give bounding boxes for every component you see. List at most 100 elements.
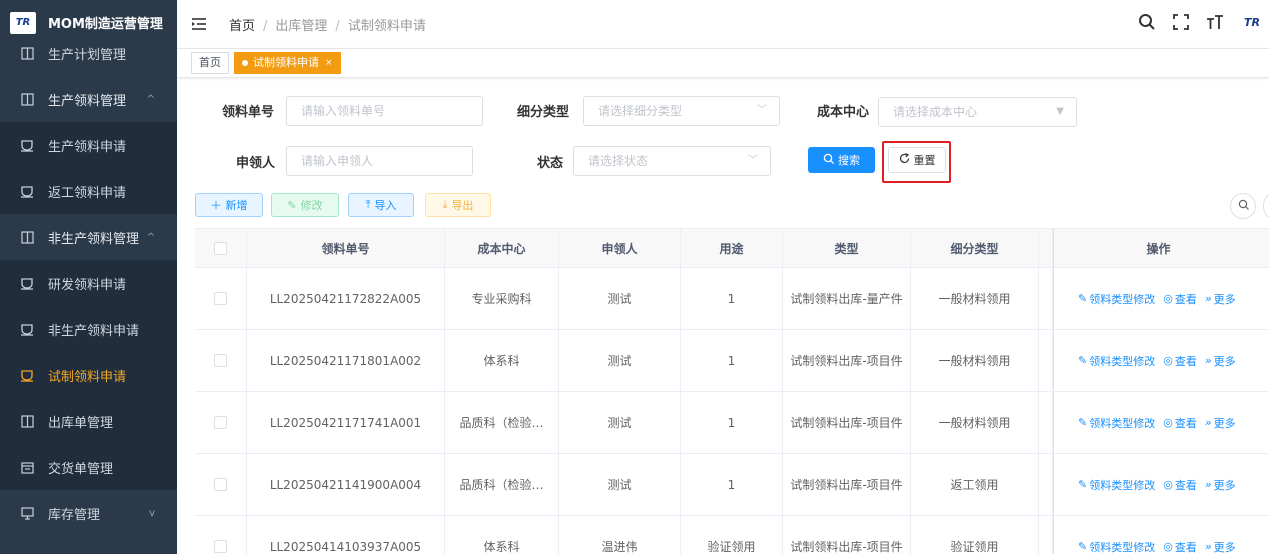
sidebar-item-production-picking[interactable]: 生产领料管理 ^ — [0, 76, 177, 122]
bookmark-icon — [20, 276, 34, 290]
download-icon: ⤓ — [442, 198, 448, 211]
data-table: 领料单号 成本中心 申领人 用途 类型 细分类型 操作 LL2025042117… — [195, 228, 1269, 554]
search-button[interactable]: 搜索 — [808, 147, 875, 173]
table-row: LL20250421141900A004 品质科（检验… 测试 1 试制领料出库… — [195, 454, 1269, 516]
hamburger-icon[interactable] — [191, 17, 207, 31]
import-button[interactable]: ⤒ 导入 — [348, 193, 414, 217]
monitor-icon — [20, 506, 34, 520]
row-checkbox[interactable] — [214, 540, 227, 553]
cost-center-placeholder: 请选择成本中心 — [893, 105, 978, 119]
cell-ops: ✎ 领料类型修改 ◎ 查看 » 更多 — [1053, 268, 1269, 329]
edit-icon: ✎ — [1078, 540, 1088, 553]
add-button[interactable]: ＋新增 — [195, 193, 263, 217]
tag-label: 试制领料申请 — [253, 56, 319, 69]
tag-trial-picking-apply[interactable]: 试制领料申请 × — [234, 52, 341, 74]
edit-icon: ✎ — [287, 198, 297, 212]
subtype-select[interactable]: 请选择细分类型 ﹀ — [583, 96, 780, 126]
status-select[interactable]: 请选择状态 ﹀ — [573, 146, 771, 176]
highlight-box — [882, 141, 951, 183]
plus-icon: ＋ — [210, 199, 222, 212]
cell-order-no: LL20250421172822A005 — [247, 268, 445, 329]
cell-type: 试制领料出库-项目件 — [783, 516, 911, 554]
sidebar-item-inventory[interactable]: 库存管理 v — [0, 490, 177, 536]
row-checkbox-cell — [195, 392, 247, 453]
cell-type: 试制领料出库-量产件 — [783, 268, 911, 329]
row-checkbox[interactable] — [214, 354, 227, 367]
sidebar-item-label: 交货单管理 — [48, 461, 114, 477]
more-label: 更多 — [1213, 354, 1236, 368]
more-link[interactable]: » 更多 — [1205, 353, 1236, 369]
add-button-label: 新增 — [225, 199, 248, 212]
applicant-label: 申领人 — [236, 156, 276, 171]
edit-type-link[interactable]: ✎ 领料类型修改 — [1078, 291, 1155, 307]
edit-type-label: 领料类型修改 — [1089, 416, 1156, 430]
row-checkbox[interactable] — [214, 478, 227, 491]
cost-center-select[interactable]: 请选择成本中心 ▼ — [878, 97, 1077, 127]
calendar-icon — [20, 460, 34, 474]
sidebar-item-nonproduction-picking-apply[interactable]: 非生产领料申请 — [0, 306, 177, 352]
app-title: MOM制造运营管理 — [48, 17, 163, 32]
sidebar-item-production-picking-apply[interactable]: 生产领料申请 — [0, 122, 177, 168]
view-link[interactable]: ◎ 查看 — [1163, 477, 1197, 493]
order-no-input[interactable]: 请输入领料单号 — [286, 96, 483, 126]
toggle-search-button[interactable] — [1230, 193, 1256, 219]
fullscreen-icon[interactable] — [1171, 12, 1191, 32]
font-size-icon[interactable] — [1205, 12, 1225, 32]
sidebar-item-rd-picking-apply[interactable]: 研发领料申请 — [0, 260, 177, 306]
cell-subtype: 一般材料领用 — [911, 268, 1039, 329]
more-link[interactable]: » 更多 — [1205, 539, 1236, 554]
breadcrumb-separator: / — [335, 18, 340, 34]
view-label: 查看 — [1174, 292, 1197, 306]
header-cost-center: 成本中心 — [445, 229, 559, 267]
sidebar-item-delivery-order[interactable]: 交货单管理 — [0, 444, 177, 490]
more-link[interactable]: » 更多 — [1205, 291, 1236, 307]
cell-purpose: 验证领用 — [681, 516, 783, 554]
tag-home[interactable]: 首页 — [191, 52, 229, 74]
close-icon[interactable]: × — [325, 53, 333, 73]
tags-view: 首页 试制领料申请 × — [177, 48, 1269, 78]
sidebar-item-trial-picking-apply[interactable]: 试制领料申请 — [0, 352, 177, 398]
sidebar-item-outbound-order[interactable]: 出库单管理 — [0, 398, 177, 444]
cell-ops: ✎ 领料类型修改 ◎ 查看 » 更多 — [1053, 392, 1269, 453]
sidebar-item-rework-picking-apply[interactable]: 返工领料申请 — [0, 168, 177, 214]
view-link[interactable]: ◎ 查看 — [1163, 291, 1197, 307]
select-all-checkbox[interactable] — [214, 241, 227, 255]
row-checkbox[interactable] — [214, 292, 227, 305]
applicant-input[interactable]: 请输入申领人 — [286, 146, 473, 176]
user-avatar[interactable]: TR — [1239, 12, 1265, 32]
sidebar-item-nonproduction-picking[interactable]: 非生产领料管理 ^ — [0, 214, 177, 260]
sidebar-item-label: 库存管理 — [48, 507, 101, 523]
cell-purpose: 1 — [681, 330, 783, 391]
subtype-label: 细分类型 — [517, 105, 570, 120]
search-icon[interactable] — [1137, 12, 1157, 32]
edit-button[interactable]: ✎ 修改 — [271, 193, 339, 217]
refresh-table-button[interactable] — [1263, 193, 1269, 219]
view-link[interactable]: ◎ 查看 — [1163, 539, 1197, 554]
cell-cost-center: 品质科（检验… — [445, 392, 559, 453]
view-link[interactable]: ◎ 查看 — [1163, 415, 1197, 431]
breadcrumb-home[interactable]: 首页 — [229, 19, 255, 34]
view-link[interactable]: ◎ 查看 — [1163, 353, 1197, 369]
export-button[interactable]: ⤓ 导出 — [425, 193, 491, 217]
row-checkbox[interactable] — [214, 416, 227, 429]
chevron-down-icon: ﹀ — [748, 155, 758, 166]
import-button-label: 导入 — [374, 199, 397, 212]
top-header: 首页 / 出库管理 / 试制领料申请 TR — [177, 0, 1269, 48]
cell-spacer — [1039, 454, 1053, 515]
double-chevron-right-icon: » — [1204, 540, 1212, 553]
more-link[interactable]: » 更多 — [1205, 415, 1236, 431]
edit-type-link[interactable]: ✎ 领料类型修改 — [1078, 539, 1155, 554]
view-label: 查看 — [1174, 478, 1197, 492]
chevron-down-icon: ﹀ — [757, 105, 767, 116]
cell-subtype: 返工领用 — [911, 454, 1039, 515]
cost-center-label: 成本中心 — [817, 105, 870, 120]
sidebar-item-label: 出库单管理 — [48, 415, 114, 431]
view-label: 查看 — [1174, 540, 1197, 554]
more-link[interactable]: » 更多 — [1205, 477, 1236, 493]
cell-applicant: 测试 — [559, 454, 681, 515]
edit-type-link[interactable]: ✎ 领料类型修改 — [1078, 415, 1155, 431]
cell-ops: ✎ 领料类型修改 ◎ 查看 » 更多 — [1053, 330, 1269, 391]
edit-type-link[interactable]: ✎ 领料类型修改 — [1078, 353, 1155, 369]
caret-down-icon: ▼ — [1056, 106, 1064, 117]
edit-type-link[interactable]: ✎ 领料类型修改 — [1078, 477, 1155, 493]
